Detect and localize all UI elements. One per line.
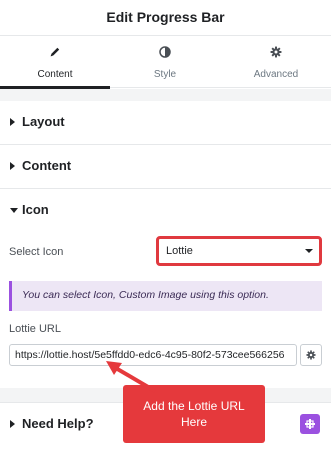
plugin-logo-icon[interactable] — [300, 414, 320, 434]
tab-style[interactable]: Style — [110, 36, 220, 88]
tab-advanced-label: Advanced — [253, 69, 299, 80]
section-icon-title: Icon — [22, 202, 49, 217]
caret-right-icon — [10, 420, 15, 428]
section-layout-title: Layout — [22, 114, 65, 129]
section-content-title: Content — [22, 158, 72, 173]
gear-icon — [221, 46, 331, 60]
panel-title: Edit Progress Bar — [106, 9, 225, 25]
section-layout[interactable]: Layout — [0, 101, 331, 145]
caret-right-icon — [10, 162, 15, 170]
info-notice: You can select Icon, Custom Image using … — [9, 281, 322, 311]
section-help-title: Need Help? — [22, 416, 94, 431]
section-icon[interactable]: Icon — [0, 189, 331, 233]
annotation-arrow-icon — [106, 361, 157, 393]
pencil-icon — [0, 46, 110, 60]
lottie-url-label: Lottie URL — [9, 323, 61, 335]
dynamic-settings-button[interactable] — [300, 344, 322, 366]
select-icon-label: Select Icon — [9, 246, 64, 258]
tab-content-label: Content — [37, 69, 73, 80]
section-gap — [0, 89, 331, 101]
caret-down-icon — [10, 208, 18, 213]
tab-style-label: Style — [153, 69, 177, 80]
tab-content[interactable]: Content — [0, 36, 110, 89]
contrast-icon — [110, 46, 220, 60]
gear-icon — [306, 350, 316, 360]
tab-advanced[interactable]: Advanced — [221, 36, 331, 88]
caret-right-icon — [10, 118, 15, 126]
select-icon-dropdown[interactable]: Lottie — [156, 236, 322, 266]
select-icon-value: Lottie — [166, 245, 193, 257]
panel-header: Edit Progress Bar — [0, 0, 331, 36]
chevron-down-icon — [305, 249, 313, 253]
tab-bar: Content Style Advanced — [0, 36, 331, 89]
section-content[interactable]: Content — [0, 145, 331, 189]
annotation-callout-text: Add the Lottie URL Here — [143, 399, 245, 429]
info-notice-text: You can select Icon, Custom Image using … — [22, 289, 269, 301]
